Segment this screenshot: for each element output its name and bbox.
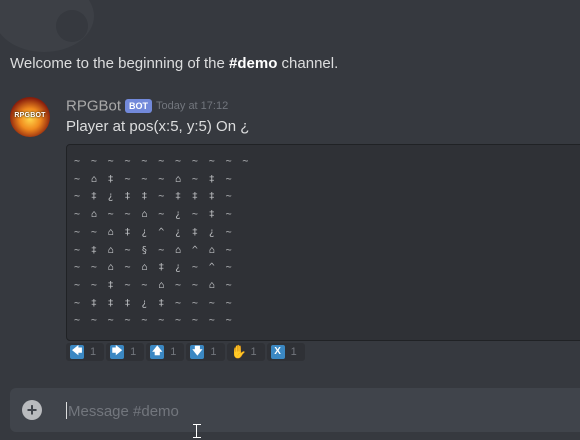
message-timestamp: Today at 17:12 <box>156 99 229 112</box>
welcome-suffix: channel. <box>277 55 339 72</box>
map-text: ~ ~ ~ ~ ~ ~ ~ ~ ~ ~ ~ ~ ⌂ ‡ ~ ~ ~ ⌂ ~ ‡ ~… <box>74 153 251 330</box>
bot-avatar[interactable]: RPGBOT <box>10 97 50 137</box>
map-row: ~ ~ ~ ~ ~ ~ ~ ~ ~ ~ <box>74 315 234 327</box>
map-row: ~ ‡ ⌂ ~ § ~ ⌂ ^ ⌂ ~ <box>74 244 234 256</box>
message-header: RPGBot BOT Today at 17:12 <box>66 97 228 115</box>
map-row: ~ ‡ ¿ ‡ ‡ ~ ‡ ‡ ‡ ~ <box>74 191 234 203</box>
map-row: ~ ~ ~ ~ ~ ~ ~ ~ ~ ~ ~ <box>74 156 251 167</box>
map-row: ~ ‡ ‡ ‡ ¿ ‡ ~ ~ ~ ~ <box>74 297 234 309</box>
avatar-logo-text: RPGBOT <box>14 112 46 119</box>
reactions-bar: 🡄 1 🡆 1 🡅 1 🡇 1 ✋ 1 X 1 <box>66 343 307 361</box>
map-row: ~ ~ ⌂ ‡ ¿ ^ ¿ ‡ ¿ ~ <box>74 226 234 238</box>
message-author[interactable]: RPGBot <box>66 97 121 114</box>
message-input[interactable] <box>66 398 550 424</box>
reaction-count: 1 <box>130 346 137 358</box>
reaction-x[interactable]: X1 <box>266 343 305 361</box>
plus-circle-icon[interactable]: + <box>22 400 42 420</box>
channel-welcome-text: Welcome to the beginning of the #demo ch… <box>10 55 338 72</box>
arrow-right-icon: 🡆 <box>110 345 125 359</box>
map-row: ~ ⌂ ‡ ~ ~ ~ ⌂ ~ ‡ ~ <box>74 173 234 185</box>
welcome-channel-name: #demo <box>229 55 278 72</box>
map-code-block: ~ ~ ~ ~ ~ ~ ~ ~ ~ ~ ~ ~ ⌂ ‡ ~ ~ ~ ⌂ ~ ‡ ~… <box>66 144 580 341</box>
bot-tag-badge: BOT <box>125 98 153 113</box>
arrow-left-icon: 🡄 <box>70 345 84 359</box>
reaction-right[interactable]: 🡆 1 <box>106 343 145 361</box>
reaction-count: 1 <box>170 346 177 358</box>
reaction-down[interactable]: 🡇 1 <box>186 343 225 361</box>
message-composer: + <box>10 388 580 432</box>
reaction-hand[interactable]: ✋ 1 <box>226 343 265 361</box>
mouse-cursor-ibeam-icon <box>193 424 201 438</box>
reaction-count: 1 <box>90 346 97 358</box>
raised-hand-icon: ✋ <box>230 344 247 359</box>
arrow-down-icon: 🡇 <box>190 345 205 359</box>
map-row: ~ ~ ‡ ~ ~ ⌂ ~ ~ ⌂ ~ <box>74 279 234 291</box>
arrow-up-icon: 🡅 <box>150 345 165 359</box>
text-caret <box>66 402 67 419</box>
x-icon: X <box>270 345 285 359</box>
reaction-up[interactable]: 🡅 1 <box>146 343 185 361</box>
reaction-count: 1 <box>210 346 217 358</box>
reaction-left[interactable]: 🡄 1 <box>66 343 105 361</box>
reaction-count: 1 <box>250 346 257 358</box>
map-row: ~ ⌂ ~ ~ ⌂ ~ ¿ ~ ‡ ~ <box>74 209 234 221</box>
message-text: Player at pos(x:5, y:5) On ¿ <box>66 118 250 135</box>
map-row: ~ ~ ⌂ ~ ⌂ ‡ ¿ ~ ^ ~ <box>74 262 234 274</box>
reaction-count: 1 <box>290 346 297 358</box>
welcome-prefix: Welcome to the beginning of the <box>10 55 230 72</box>
channel-hero-icon <box>0 0 94 52</box>
